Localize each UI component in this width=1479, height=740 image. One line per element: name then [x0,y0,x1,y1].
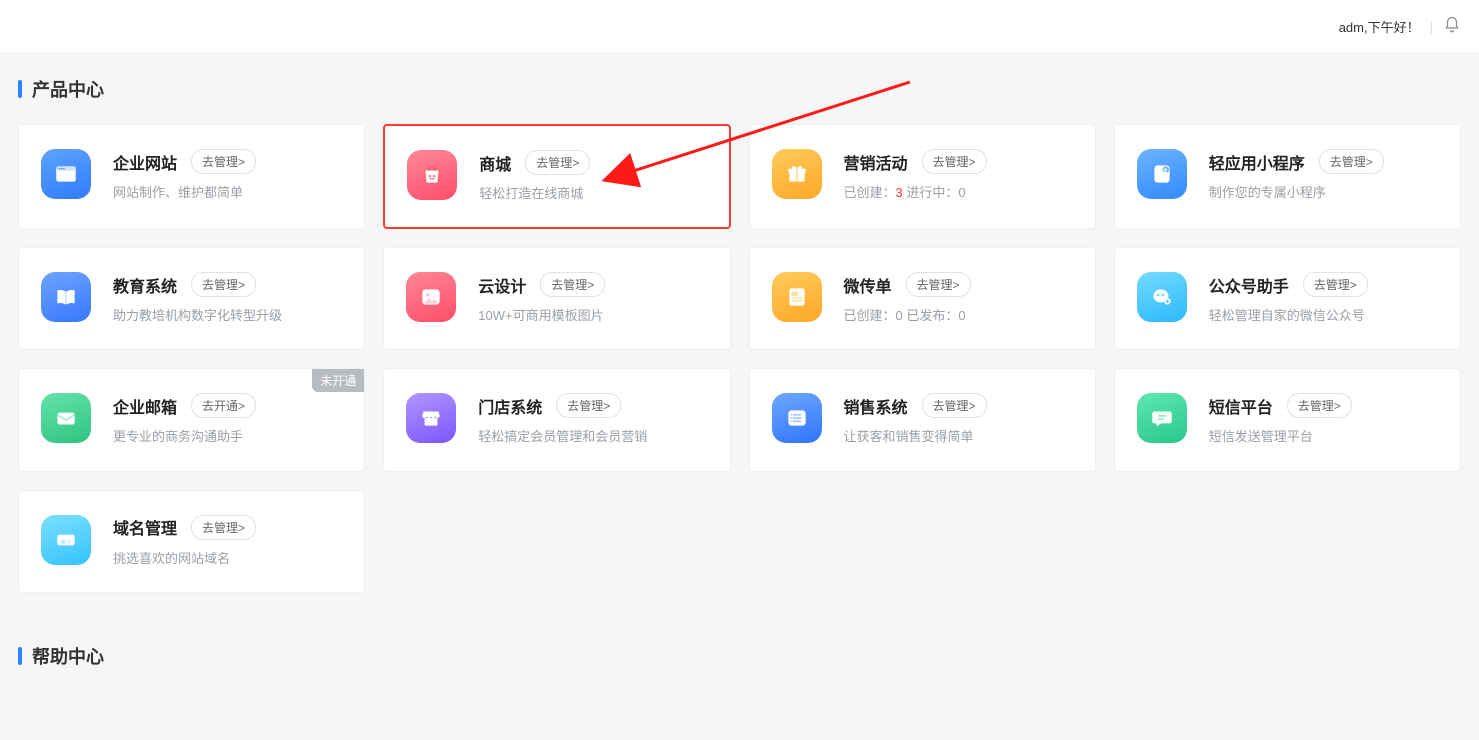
card-title: 轻应用小程序 [1209,150,1305,174]
newspaper-icon [772,272,822,322]
status-badge: 未开通 [312,369,364,392]
card-title: 企业邮箱 [113,394,177,418]
card-sms[interactable]: 短信平台 去管理> 短信发送管理平台 [1114,368,1461,471]
card-title: 企业网站 [113,150,177,174]
section-title-label: 产品中心 [32,76,104,102]
chat-icon [1137,393,1187,443]
card-desc-stats: 已创建：3 进行中：0 [844,184,1073,202]
manage-button[interactable]: 去管理> [1303,272,1368,297]
card-title: 公众号助手 [1209,273,1289,297]
domain-icon: w.= [41,515,91,565]
card-desc: 助力教培机构数字化转型升级 [113,307,342,325]
card-desc: 轻松管理自家的微信公众号 [1209,307,1438,325]
image-icon [406,272,456,322]
bell-icon[interactable] [1443,16,1461,37]
card-miniapp[interactable]: 轻应用小程序 去管理> 制作您的专属小程序 [1114,124,1461,229]
main-content: 产品中心 企业网站 去管理> 网站制作、维护都简单 商城 [0,52,1479,731]
list-icon [772,393,822,443]
manage-button[interactable]: 去管理> [922,393,987,418]
card-edu[interactable]: 教育系统 去管理> 助力教培机构数字化转型升级 [18,247,365,350]
card-desc: 制作您的专属小程序 [1209,184,1438,202]
manage-button[interactable]: 去管理> [540,272,605,297]
shopping-bag-icon [407,150,457,200]
card-desc: 更专业的商务沟通助手 [113,428,342,446]
manage-button[interactable]: 去管理> [191,272,256,297]
card-mall[interactable]: 商城 去管理> 轻松打造在线商城 [383,124,730,229]
card-desc: 轻松打造在线商城 [479,185,706,203]
greeting-text: adm,下午好！ [1339,17,1420,36]
product-grid: 企业网站 去管理> 网站制作、维护都简单 商城 去管理> 轻松打造在线商城 [18,124,1461,593]
card-store[interactable]: 门店系统 去管理> 轻松搞定会员管理和会员营销 [383,368,730,471]
card-desc: 挑选喜欢的网站域名 [113,550,342,568]
gift-icon [772,149,822,199]
card-title: 门店系统 [478,394,542,418]
section-title-label: 帮助中心 [32,643,104,669]
section-title-products: 产品中心 [18,76,1461,102]
card-desc: 短信发送管理平台 [1209,428,1438,446]
manage-button[interactable]: 去管理> [191,149,256,174]
manage-button[interactable]: 去管理> [922,149,987,174]
section-title-help: 帮助中心 [18,643,1461,669]
card-flyer[interactable]: 微传单 去管理> 已创建：0 已发布：0 [749,247,1096,350]
card-title: 营销活动 [844,150,908,174]
card-title: 销售系统 [844,394,908,418]
manage-button[interactable]: 去管理> [1287,393,1352,418]
wechat-icon [1137,272,1187,322]
book-icon [41,272,91,322]
manage-button[interactable]: 去管理> [1319,149,1384,174]
browser-icon [41,149,91,199]
store-icon [406,393,456,443]
card-marketing[interactable]: 营销活动 去管理> 已创建：3 进行中：0 [749,124,1096,229]
card-desc: 网站制作、维护都简单 [113,184,342,202]
card-mail[interactable]: 未开通 企业邮箱 去开通> 更专业的商务沟通助手 [18,368,365,471]
card-domain[interactable]: w.= 域名管理 去管理> 挑选喜欢的网站域名 [18,490,365,593]
card-design[interactable]: 云设计 去管理> 10W+可商用模板图片 [383,247,730,350]
card-title: 微传单 [844,273,892,297]
card-desc: 轻松搞定会员管理和会员营销 [478,428,707,446]
card-desc: 10W+可商用模板图片 [478,307,707,325]
manage-button[interactable]: 去管理> [525,150,590,175]
card-sales[interactable]: 销售系统 去管理> 让获客和销售变得简单 [749,368,1096,471]
card-title: 云设计 [478,273,526,297]
mail-icon [41,393,91,443]
card-title: 域名管理 [113,515,177,539]
manage-button[interactable]: 去管理> [556,393,621,418]
manage-button[interactable]: 去管理> [906,272,971,297]
card-desc-stats: 已创建：0 已发布：0 [844,307,1073,325]
card-title: 商城 [479,151,511,175]
page-header: adm,下午好！ | [0,0,1479,52]
manage-button[interactable]: 去管理> [191,515,256,540]
open-button[interactable]: 去开通> [191,393,256,418]
card-title: 短信平台 [1209,394,1273,418]
card-desc: 让获客和销售变得简单 [844,428,1073,446]
separator: | [1430,19,1433,34]
miniapp-icon [1137,149,1187,199]
card-wxhelper[interactable]: 公众号助手 去管理> 轻松管理自家的微信公众号 [1114,247,1461,350]
svg-text:w.=: w.= [60,538,71,545]
card-title: 教育系统 [113,273,177,297]
card-site[interactable]: 企业网站 去管理> 网站制作、维护都简单 [18,124,365,229]
